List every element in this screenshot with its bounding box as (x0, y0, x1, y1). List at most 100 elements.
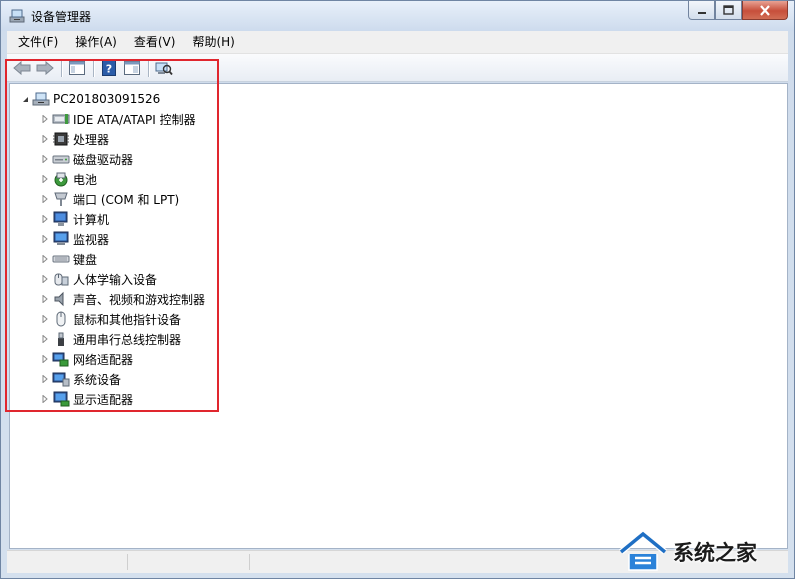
display-adapter-icon (52, 390, 70, 408)
minimize-button[interactable] (688, 1, 715, 20)
watermark-logo: 系统之家 (617, 526, 792, 578)
forward-button[interactable] (34, 57, 56, 79)
tree-category-label: 磁盘驱动器 (73, 152, 134, 167)
forward-arrow-icon (36, 60, 54, 75)
close-button[interactable] (742, 1, 788, 20)
tree-category[interactable]: IDE ATA/ATAPI 控制器 (40, 109, 196, 129)
tree-category[interactable]: 鼠标和其他指针设备 (40, 309, 181, 329)
port-icon (52, 190, 70, 208)
expand-arrow-icon[interactable] (40, 209, 50, 229)
monitor-icon (52, 230, 70, 248)
expand-arrow-icon[interactable] (40, 249, 50, 269)
tree-category[interactable]: 电池 (40, 169, 97, 189)
expand-arrow-icon[interactable] (40, 229, 50, 249)
toolbar: ? (7, 54, 788, 82)
watermark-text: 系统之家 (673, 541, 757, 565)
tree-category[interactable]: 人体学输入设备 (40, 269, 157, 289)
tree-category-label: 端口 (COM 和 LPT) (73, 192, 180, 207)
device-manager-window: 设备管理器 文件(F) 操作(A) 查看(V) 帮助(H) ? PC201803… (0, 0, 795, 579)
expand-arrow-icon[interactable] (40, 369, 50, 389)
status-pane (7, 554, 128, 570)
computer-icon (32, 90, 50, 108)
tree-category-label: 人体学输入设备 (73, 272, 158, 287)
house-logo-icon (619, 530, 667, 571)
window-title: 设备管理器 (31, 10, 92, 24)
toolbar-separator (93, 58, 94, 77)
collapse-arrow-icon[interactable] (20, 89, 30, 109)
tree-category[interactable]: 显示适配器 (40, 389, 133, 409)
tree-category[interactable]: 磁盘驱动器 (40, 149, 133, 169)
expand-arrow-icon[interactable] (40, 189, 50, 209)
tree-category-label: 系统设备 (73, 372, 122, 387)
tree-category[interactable]: 网络适配器 (40, 349, 133, 369)
properties-button[interactable] (121, 57, 143, 79)
expand-arrow-icon[interactable] (40, 109, 50, 129)
help-icon: ? (102, 59, 116, 76)
status-pane (129, 554, 250, 570)
tree-category[interactable]: 声音、视频和游戏控制器 (40, 289, 205, 309)
maximize-icon (723, 5, 734, 15)
expand-arrow-icon[interactable] (40, 269, 50, 289)
keyboard-icon (52, 250, 70, 268)
usb-icon (52, 330, 70, 348)
back-button[interactable] (11, 57, 33, 79)
mouse-icon (52, 310, 70, 328)
tree-category-label: 网络适配器 (73, 352, 134, 367)
minimize-icon (697, 12, 706, 14)
tree-category[interactable]: 系统设备 (40, 369, 121, 389)
tree-category[interactable]: 处理器 (40, 129, 109, 149)
title-bar[interactable]: 设备管理器 (1, 1, 794, 31)
device-manager-icon (9, 8, 25, 24)
toolbar-separator (61, 58, 62, 77)
battery-icon (52, 170, 70, 188)
tree-category[interactable]: 键盘 (40, 249, 97, 269)
back-arrow-icon (13, 60, 31, 75)
tree-category-label: 电池 (73, 172, 98, 187)
maximize-button[interactable] (715, 1, 742, 20)
tree-category-label: 处理器 (73, 132, 110, 147)
processor-icon (52, 130, 70, 148)
properties-icon (124, 60, 140, 75)
close-icon (760, 4, 770, 16)
expand-arrow-icon[interactable] (40, 349, 50, 369)
svg-text:?: ? (106, 62, 112, 75)
help-button[interactable]: ? (98, 57, 120, 79)
tree-category-label: IDE ATA/ATAPI 控制器 (73, 112, 196, 127)
ide-controller-icon (52, 110, 70, 128)
show-hide-console-tree-button[interactable] (66, 57, 88, 79)
system-device-icon (52, 370, 70, 388)
network-adapter-icon (52, 350, 70, 368)
expand-arrow-icon[interactable] (40, 169, 50, 189)
tree-category[interactable]: 监视器 (40, 229, 109, 249)
expand-arrow-icon[interactable] (40, 129, 50, 149)
tree-category-label: 通用串行总线控制器 (73, 332, 182, 347)
expand-arrow-icon[interactable] (40, 149, 50, 169)
scan-hardware-icon (155, 62, 173, 75)
hid-icon (52, 270, 70, 288)
expand-arrow-icon[interactable] (40, 329, 50, 349)
sound-icon (52, 290, 70, 308)
menu-action[interactable]: 操作(A) (67, 31, 125, 53)
expand-arrow-icon[interactable] (40, 289, 50, 309)
tree-category-label: 声音、视频和游戏控制器 (73, 292, 206, 307)
tree-category-label: 鼠标和其他指针设备 (73, 312, 182, 327)
tree-category[interactable]: 计算机 (40, 209, 109, 229)
toolbar-separator (148, 58, 149, 77)
expand-arrow-icon[interactable] (40, 389, 50, 409)
root-computer-label: PC201803091526 (53, 92, 161, 106)
menu-view[interactable]: 查看(V) (126, 31, 184, 53)
tree-root[interactable]: PC201803091526 (20, 89, 160, 109)
scan-hardware-button[interactable] (153, 57, 175, 79)
tree-category-label: 计算机 (73, 212, 110, 227)
tree-category[interactable]: 通用串行总线控制器 (40, 329, 181, 349)
device-tree-pane[interactable]: PC201803091526 IDE ATA/ATAPI 控制器 处理器磁盘驱动器… (9, 83, 788, 549)
disk-drive-icon (52, 150, 70, 168)
console-tree-icon (69, 60, 85, 75)
tree-category-label: 显示适配器 (73, 392, 134, 407)
menu-file[interactable]: 文件(F) (10, 31, 66, 53)
tree-category[interactable]: 端口 (COM 和 LPT) (40, 189, 179, 209)
menu-bar: 文件(F) 操作(A) 查看(V) 帮助(H) (7, 31, 788, 54)
expand-arrow-icon[interactable] (40, 309, 50, 329)
menu-help[interactable]: 帮助(H) (184, 31, 242, 53)
tree-category-label: 键盘 (73, 252, 98, 267)
